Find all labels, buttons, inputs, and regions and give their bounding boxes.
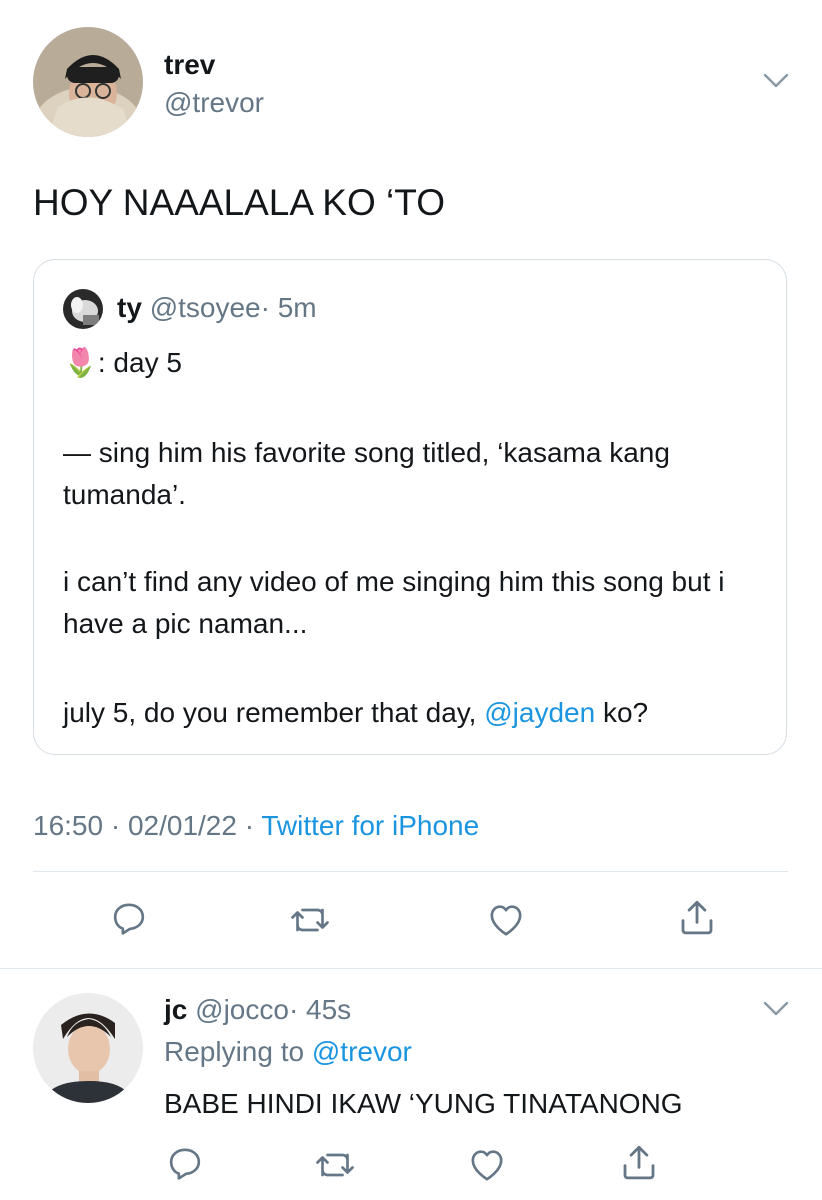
- share-icon[interactable]: [676, 896, 718, 940]
- author-name[interactable]: trev: [164, 50, 215, 80]
- quoted-paragraph-1: — sing him his favorite song titled, ‘ka…: [63, 437, 670, 510]
- divider: [0, 968, 822, 969]
- quoted-paragraph-3: july 5, do you remember that day,: [63, 697, 485, 728]
- reply-icon[interactable]: [165, 1144, 205, 1184]
- avatar[interactable]: [33, 27, 143, 137]
- like-icon[interactable]: [466, 1145, 508, 1185]
- divider: [33, 871, 788, 872]
- retweet-icon[interactable]: [288, 900, 332, 940]
- share-icon[interactable]: [618, 1141, 660, 1185]
- quoted-paragraph-3-end: ko?: [595, 697, 649, 728]
- quoted-paragraph-2: i can’t find any video of me singing him…: [63, 566, 725, 639]
- author-handle[interactable]: @trevor: [164, 87, 264, 119]
- reply-avatar[interactable]: [33, 993, 143, 1103]
- replying-to-label: Replying to: [164, 1036, 312, 1067]
- chevron-down-icon[interactable]: [762, 1000, 790, 1018]
- reply-text: BABE HINDI IKAW ‘YUNG TINATANONG: [164, 1088, 683, 1119]
- reply-time: · 45s: [288, 994, 352, 1025]
- mention-link[interactable]: @jayden: [484, 697, 595, 728]
- quoted-time: · 5m: [260, 292, 317, 323]
- tweet-timestamp[interactable]: 16:50 · 02/01/22 ·: [33, 810, 254, 841]
- like-icon[interactable]: [485, 900, 527, 940]
- quoted-author-name[interactable]: ty: [117, 292, 142, 323]
- quoted-avatar[interactable]: [63, 289, 103, 329]
- quoted-author-handle[interactable]: @tsoyee: [150, 292, 261, 323]
- quoted-day-line: : day 5: [97, 347, 182, 378]
- tweet-source[interactable]: Twitter for iPhone: [261, 810, 479, 841]
- retweet-icon[interactable]: [313, 1145, 357, 1185]
- chevron-down-icon[interactable]: [762, 72, 790, 90]
- reply-icon[interactable]: [109, 899, 149, 939]
- tulip-emoji-icon: 🌷: [63, 347, 98, 378]
- tweet-text: HOY NAAALALA KO ‘TO: [33, 182, 445, 223]
- reply-author-handle[interactable]: @jocco: [195, 994, 289, 1025]
- replying-to-handle[interactable]: @trevor: [312, 1036, 412, 1067]
- reply-author-name[interactable]: jc: [164, 994, 187, 1025]
